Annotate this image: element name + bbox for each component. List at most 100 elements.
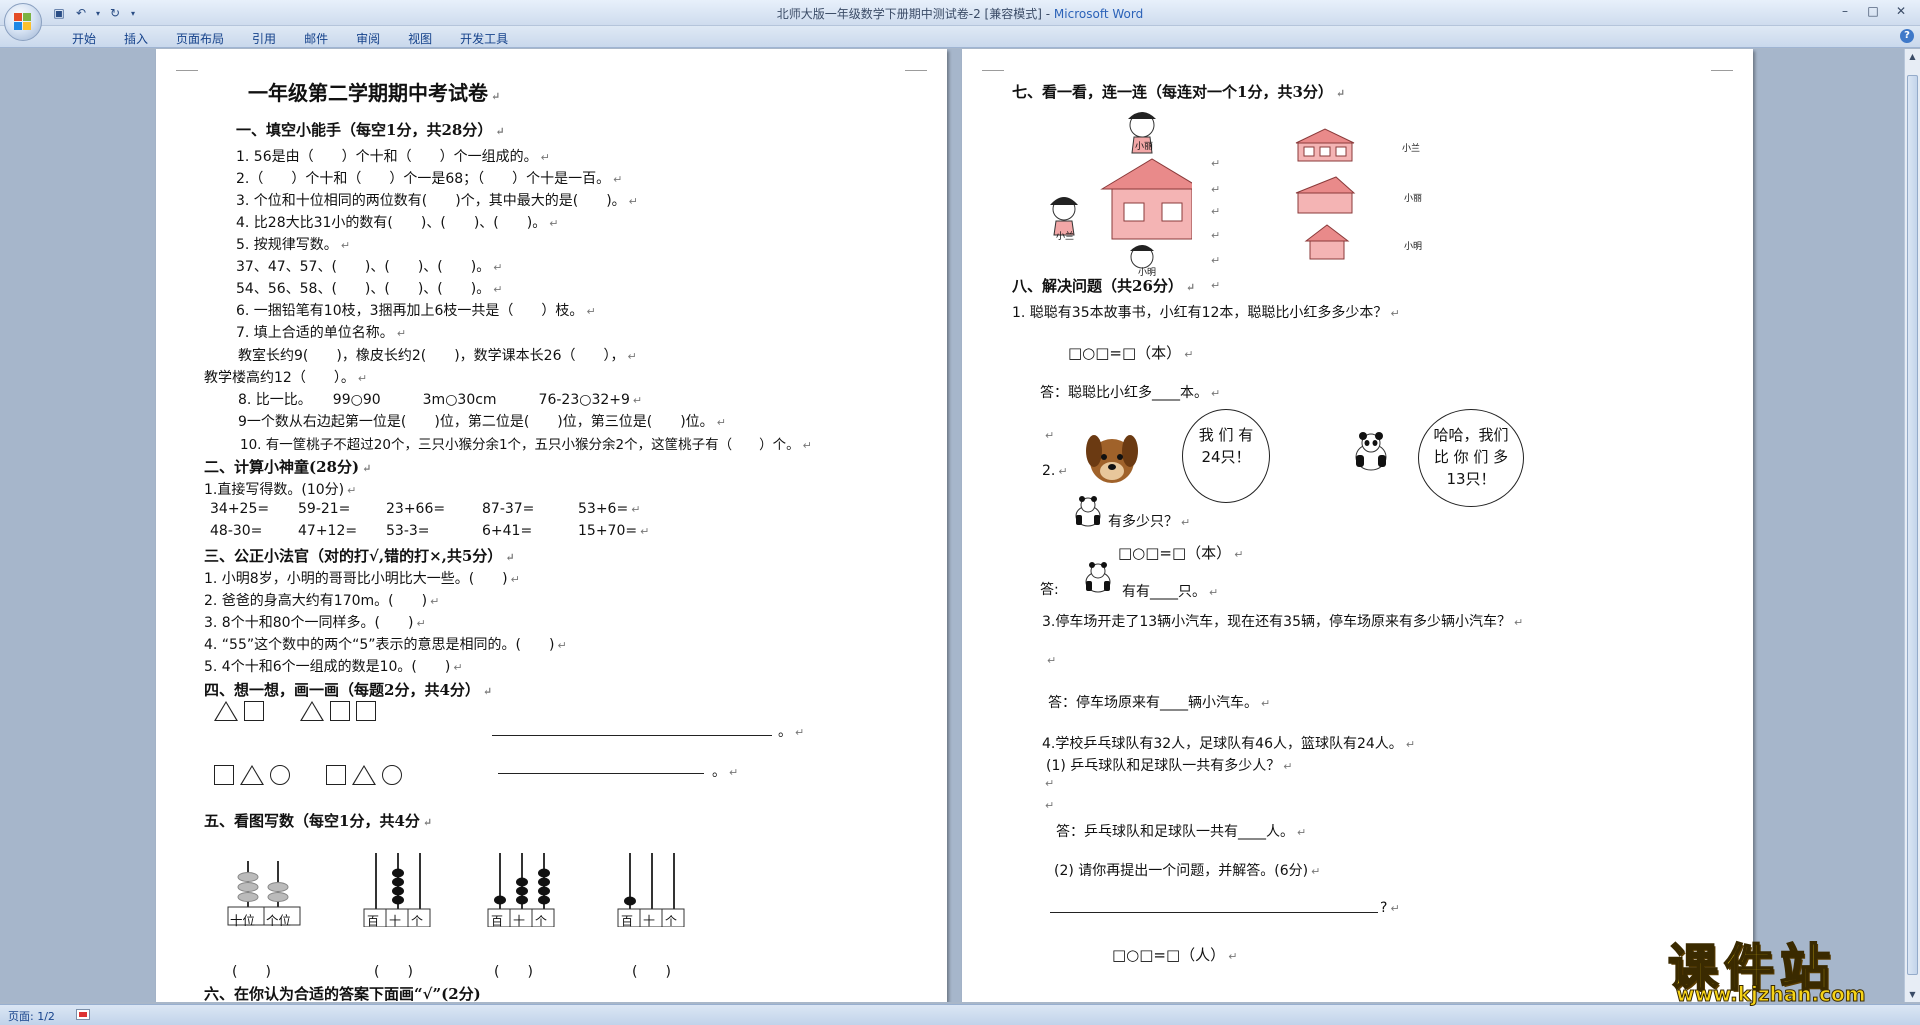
formula-line: □○□=□（人） ↵ — [1112, 946, 1238, 964]
answer-blank[interactable]: ( ) — [632, 961, 671, 981]
panda-picture — [1355, 432, 1387, 471]
paragraph-mark: ↵ — [1047, 654, 1057, 667]
abacus-label-ones: 个 — [535, 914, 548, 928]
tab-home[interactable]: 开始 — [58, 29, 110, 48]
tab-mailings[interactable]: 邮件 — [290, 29, 342, 48]
section-8-heading: 八、解决问题（共26分） ↵ — [1012, 277, 1196, 295]
section-5-heading: 五、看图写数（每空1分，共4分 ↵ — [204, 812, 433, 830]
answer-line: 答：停车场原来有____辆小汽车。 ↵ — [1048, 695, 1271, 711]
scrollbar-thumb[interactable] — [1907, 75, 1918, 975]
abacus-label-tens: 十 — [513, 914, 526, 928]
tab-review[interactable]: 审阅 — [342, 29, 394, 48]
page-1[interactable]: 一年级第二学期期中考试卷 ↵ 一、填空小能手（每空1分，共28分） ↵ 1. 56是… — [156, 49, 947, 1002]
office-button[interactable] — [4, 3, 42, 41]
question-line: 1. 聪聪有35本故事书，小红有12本，聪聪比小红多多少本？ ↵ — [1012, 305, 1400, 321]
dog-picture — [1086, 435, 1138, 483]
shape-pattern-1 — [214, 701, 376, 721]
child-name-label: 小兰 — [1056, 232, 1075, 242]
square-shape — [244, 701, 264, 721]
section-4-heading: 四、想一想，画一画（每题2分，共4分） ↵ — [204, 681, 493, 699]
question-line: 5. 按规律写数。 ↵ — [236, 237, 351, 253]
child-name-label: 小丽 — [1404, 194, 1423, 204]
question-line: 2.（ ）个十和（ ）个一是68；（ ）个十是一百。 ↵ — [236, 171, 623, 187]
child-name-label: 小明 — [1404, 242, 1423, 252]
kjzhan-watermark: 课件站 www.kjzhan.com — [1660, 928, 1910, 1007]
exam-title: 一年级第二学期期中考试卷 ↵ — [248, 81, 501, 105]
paragraph-mark: ↵ — [1211, 157, 1221, 170]
help-icon[interactable]: ? — [1900, 29, 1914, 43]
question-line: 37、47、57、( )、( )、( )。 ↵ — [236, 259, 503, 275]
arithmetic-item: 59-21= — [298, 501, 351, 517]
tab-view[interactable]: 视图 — [394, 29, 446, 48]
question-line: 有多少只？ ↵ — [1108, 514, 1191, 530]
question-line: 7. 填上合适的单位名称。 ↵ — [236, 325, 407, 341]
close-icon[interactable]: ✕ — [1888, 2, 1914, 20]
question-line: 5. 4个十和6个一组成的数是10。( ) ↵ — [204, 659, 463, 675]
page-count[interactable]: 页面: 1/2 — [8, 1008, 55, 1024]
line-end: 。 ↵ — [778, 724, 805, 740]
minimize-icon[interactable]: – — [1832, 2, 1858, 20]
proofing-icon[interactable] — [76, 1009, 90, 1020]
question-line: 9一个数从右边起第一位是( )位，第二位是( )位，第三位是( )位。 ↵ — [238, 414, 726, 430]
abacus-label-ones: 个位 — [266, 913, 292, 928]
tab-developer[interactable]: 开发工具 — [446, 29, 522, 48]
abacus-label-ones: 个 — [665, 914, 678, 928]
watermark-url: www.kjzhan.com — [1676, 982, 1867, 1007]
question-line: 4. “55”这个数中的两个“5”表示的意思是相同的。( ) ↵ — [204, 637, 567, 653]
question-line: (1) 乒乓球队和足球队一共有多少人？ ↵ — [1046, 758, 1293, 774]
ribbon-tabs: 开始 插入 页面布局 引用 邮件 审阅 视图 开发工具 — [58, 29, 522, 48]
abacus-label-tens: 十 — [389, 914, 402, 928]
answer-blank[interactable]: ( ) — [232, 961, 271, 981]
question-line: 4. 比28大比31小的数有( )、( )、( )。 ↵ — [236, 215, 559, 231]
page-2[interactable]: 七、看一看，连一连（每连对一个1分，共3分） ↵ 小丽 小兰 小明 ↵ ↵ ↵ ↵… — [962, 49, 1753, 1002]
paragraph-mark: ↵ — [1045, 429, 1055, 442]
question-line: 3.停车场开走了13辆小汽车，现在还有35辆，停车场原来有多少辆小汽车？ ↵ — [1042, 614, 1524, 630]
question-line: 10. 有一筐桃子不超过20个，三只小猴分余1个，五只小猴分余2个，这筐桃子有（… — [240, 437, 812, 453]
arithmetic-item: 48-30= — [210, 523, 263, 539]
answer-blank[interactable]: ( ) — [494, 961, 533, 981]
abacus-label-ones: 个 — [411, 914, 424, 928]
arithmetic-item: 6+41= — [482, 523, 533, 539]
question-line: 4.学校乒乓球队有32人，足球队有46人，篮球队有24人。 ↵ — [1042, 736, 1416, 752]
answer-blank-line[interactable] — [1050, 912, 1378, 913]
question-line: 教室长约9( )，橡皮长约2( )，数学课本长26（ ）， ↵ — [238, 348, 637, 364]
answer-blank[interactable]: ( ) — [374, 961, 413, 981]
document-workspace: 一年级第二学期期中考试卷 ↵ 一、填空小能手（每空1分，共28分） ↵ 1. 56是… — [0, 49, 1904, 1002]
house-view-picture-3 — [1304, 224, 1350, 260]
answer-blank-line[interactable] — [498, 773, 704, 774]
question-number: 2. ↵ — [1042, 463, 1068, 479]
crop-mark — [1711, 49, 1733, 71]
question-line: 8. 比一比。 99○90 3m○30cm 76-23○32+9 ↵ — [238, 392, 643, 408]
panda-picture — [1085, 562, 1111, 593]
arithmetic-item: 47+12= — [298, 523, 358, 539]
answer-line: 答：聪聪比小红多____本。 ↵ — [1040, 385, 1221, 401]
crop-mark — [176, 49, 198, 71]
triangle-shape — [214, 701, 238, 721]
question-line: 1. 56是由（ ）个十和（ ）个一组成的。 ↵ — [236, 149, 550, 165]
square-shape — [326, 765, 346, 785]
answer-blank-line[interactable] — [492, 735, 772, 736]
window-controls: – □ ✕ — [1832, 2, 1914, 20]
section-2-heading: 二、计算小神童(28分) ↵ — [204, 458, 372, 476]
paragraph-mark: ↵ — [1211, 183, 1221, 196]
house-view-picture-2 — [1295, 176, 1356, 214]
square-shape — [330, 701, 350, 721]
tab-page-layout[interactable]: 页面布局 — [162, 29, 238, 48]
question-line: (2) 请你再提出一个问题，并解答。(6分) ↵ — [1054, 863, 1321, 879]
formula-line: □○□=□（本） ↵ — [1068, 344, 1194, 362]
scroll-up-icon[interactable]: ▲ — [1907, 51, 1918, 62]
ribbon-tab-bar: 开始 插入 页面布局 引用 邮件 审阅 视图 开发工具 ? — [0, 26, 1920, 48]
circle-shape — [270, 765, 290, 785]
arithmetic-item: 53+6= ↵ — [578, 501, 641, 517]
arithmetic-item: 15+70= ↵ — [578, 523, 650, 539]
circle-shape — [382, 765, 402, 785]
answer-line: 有有____只。 ↵ — [1122, 584, 1219, 600]
tab-insert[interactable]: 插入 — [110, 29, 162, 48]
shape-pattern-2 — [214, 765, 402, 785]
vertical-scrollbar[interactable]: ▲ ▼ — [1904, 49, 1920, 1002]
paragraph-mark: ↵ — [1211, 254, 1221, 267]
speech-bubble-pandas: 哈哈，我们 比 你 们 多 13只！ — [1418, 409, 1524, 507]
tab-references[interactable]: 引用 — [238, 29, 290, 48]
paragraph-mark: ↵ — [1211, 279, 1221, 292]
maximize-icon[interactable]: □ — [1860, 2, 1886, 20]
